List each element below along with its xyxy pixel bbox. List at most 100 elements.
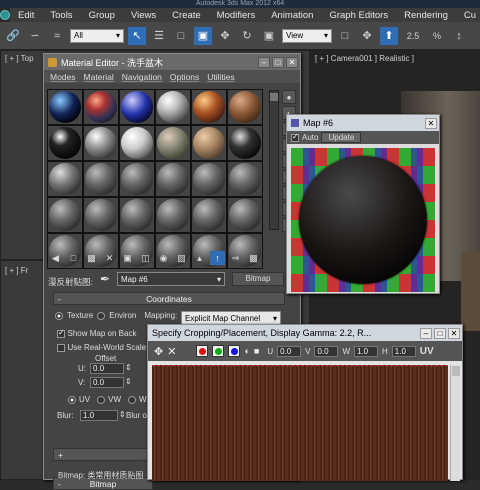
sample-slot[interactable] bbox=[155, 161, 191, 197]
menu-tools[interactable]: Tools bbox=[42, 10, 80, 21]
crop-uv-toggle[interactable]: UV bbox=[420, 346, 434, 357]
minimize-button[interactable]: – bbox=[258, 56, 270, 68]
wood-texture-preview[interactable] bbox=[152, 365, 448, 481]
reference-coordinate-dropdown[interactable]: View ▾ bbox=[282, 28, 332, 43]
app-logo-icon[interactable] bbox=[0, 8, 10, 22]
sample-slot[interactable] bbox=[119, 161, 155, 197]
sample-slot[interactable] bbox=[191, 125, 227, 161]
material-editor-titlebar[interactable]: Material Editor - 洗手盆木 – □ ✕ bbox=[44, 54, 300, 70]
sample-slot[interactable] bbox=[227, 125, 263, 161]
sample-slot[interactable] bbox=[227, 161, 263, 197]
menu-material[interactable]: Material bbox=[80, 72, 118, 82]
select-manipulate-icon[interactable]: ✥ bbox=[358, 27, 376, 45]
reset-map-icon[interactable]: ✕ bbox=[102, 251, 117, 265]
sample-slot[interactable] bbox=[191, 161, 227, 197]
menu-modes[interactable]: Modes bbox=[46, 72, 80, 82]
scroll-up-icon[interactable] bbox=[452, 366, 460, 376]
menu-customize[interactable]: Cu bbox=[456, 10, 480, 21]
selection-filter-dropdown[interactable]: All ▾ bbox=[70, 28, 124, 43]
menu-utilities[interactable]: Utilities bbox=[203, 72, 238, 82]
real-world-scale-checkbox[interactable] bbox=[57, 343, 65, 352]
menu-options[interactable]: Options bbox=[166, 72, 203, 82]
coordinates-rollout-header[interactable]: - Coordinates bbox=[53, 292, 285, 305]
menu-views[interactable]: Views bbox=[123, 10, 164, 21]
menu-animation[interactable]: Animation bbox=[263, 10, 321, 21]
checker-icon[interactable]: ▩ bbox=[246, 251, 261, 265]
rectangle-selection-icon[interactable]: □ bbox=[172, 27, 190, 45]
minimize-button[interactable]: – bbox=[420, 327, 432, 339]
wu-radio[interactable] bbox=[128, 395, 137, 404]
pick-material-icon[interactable]: ✒ bbox=[100, 272, 110, 286]
environ-radio[interactable] bbox=[97, 311, 106, 320]
close-icon[interactable]: ✕ bbox=[167, 345, 176, 358]
sample-slot[interactable] bbox=[119, 89, 155, 125]
sample-slot-scrollbar[interactable] bbox=[269, 90, 279, 230]
sample-slot[interactable] bbox=[191, 197, 227, 233]
viewport-top-label[interactable]: [ + ] Top bbox=[5, 54, 34, 63]
noise-rollout-header[interactable]: + bbox=[53, 448, 153, 461]
blue-channel-toggle[interactable] bbox=[228, 345, 241, 357]
crop-w-field[interactable]: 1.0 bbox=[354, 345, 378, 357]
menu-graph-editors[interactable]: Graph Editors bbox=[321, 10, 396, 21]
show-map-on-back-checkbox[interactable] bbox=[57, 328, 65, 338]
viewport-camera-label[interactable]: [ + ] Camera001 ] Realistic ] bbox=[315, 54, 414, 63]
sample-slot[interactable] bbox=[83, 125, 119, 161]
spinner-snap-icon[interactable]: ↕ bbox=[450, 27, 468, 45]
v-offset-field[interactable]: 0.0 bbox=[90, 377, 124, 388]
viewport-front-label[interactable]: [ + ] Fr bbox=[5, 266, 28, 275]
pivot-icon[interactable]: □ bbox=[336, 27, 354, 45]
menu-create[interactable]: Create bbox=[164, 10, 209, 21]
crop-h-field[interactable]: 1.0 bbox=[391, 345, 416, 357]
go-to-parent-icon[interactable]: ↑ bbox=[210, 251, 225, 265]
menu-modifiers[interactable]: Modifiers bbox=[209, 10, 264, 21]
close-button[interactable]: ✕ bbox=[448, 327, 460, 339]
material-id-icon[interactable]: ◉ bbox=[156, 251, 171, 265]
map6-titlebar[interactable]: Map #6 ✕ bbox=[287, 115, 439, 131]
scroll-up-icon[interactable] bbox=[270, 93, 278, 101]
sample-slot[interactable] bbox=[119, 197, 155, 233]
blur-field[interactable]: 1.0 bbox=[80, 410, 118, 421]
sample-slot[interactable] bbox=[191, 89, 227, 125]
uv-radio[interactable] bbox=[68, 395, 76, 404]
sample-slot[interactable] bbox=[155, 125, 191, 161]
sample-slot[interactable] bbox=[83, 197, 119, 233]
assign-to-selection-icon[interactable]: ▩ bbox=[84, 251, 99, 265]
auto-checkbox[interactable] bbox=[291, 132, 299, 142]
sample-slot[interactable] bbox=[47, 89, 83, 125]
put-to-scene-icon[interactable]: □ bbox=[66, 251, 81, 265]
green-channel-toggle[interactable] bbox=[212, 345, 225, 357]
sample-type-icon[interactable]: ● bbox=[282, 90, 296, 104]
make-unique-icon[interactable]: ▣ bbox=[120, 251, 135, 265]
move-icon[interactable]: ✥ bbox=[154, 345, 163, 358]
sample-slot[interactable] bbox=[227, 197, 263, 233]
mono-icon[interactable]: ■ bbox=[254, 346, 259, 356]
blur-spinner-icon[interactable]: ⇕ bbox=[119, 410, 126, 419]
put-to-library-icon[interactable]: ◫ bbox=[138, 251, 153, 265]
menu-group[interactable]: Group bbox=[81, 10, 123, 21]
cropping-titlebar[interactable]: Specify Cropping/Placement, Display Gamm… bbox=[148, 325, 462, 341]
map-name-field[interactable]: Map #6 ▾ bbox=[117, 272, 225, 286]
close-button[interactable]: ✕ bbox=[286, 56, 298, 68]
angle-snap-toggle[interactable]: 2.5 bbox=[402, 27, 424, 45]
sample-slot[interactable] bbox=[47, 197, 83, 233]
mapping-dropdown[interactable]: Explicit Map Channel ▾ bbox=[181, 311, 281, 325]
sample-slot[interactable] bbox=[83, 89, 119, 125]
show-end-result-icon[interactable]: ▴ bbox=[192, 251, 207, 265]
link-icon[interactable]: 🔗 bbox=[4, 27, 22, 45]
cropping-scrollbar[interactable] bbox=[450, 365, 460, 481]
select-by-name-icon[interactable]: ☰ bbox=[150, 27, 168, 45]
sample-slot[interactable] bbox=[119, 125, 155, 161]
v-offset-spinner-icon[interactable]: ⇕ bbox=[125, 377, 132, 386]
percent-snap-toggle[interactable]: % bbox=[428, 27, 446, 45]
sample-slot[interactable] bbox=[83, 161, 119, 197]
menu-navigation[interactable]: Navigation bbox=[118, 72, 166, 82]
map-type-button[interactable]: Bitmap bbox=[232, 272, 284, 286]
sample-slot[interactable] bbox=[155, 197, 191, 233]
sample-slot[interactable] bbox=[47, 161, 83, 197]
maximize-button[interactable]: □ bbox=[272, 56, 284, 68]
vw-radio[interactable] bbox=[97, 395, 106, 404]
unlink-icon[interactable]: ∽ bbox=[26, 27, 44, 45]
close-button[interactable]: ✕ bbox=[425, 117, 437, 129]
rotate-icon[interactable]: ↻ bbox=[238, 27, 256, 45]
get-material-icon[interactable]: ◀ bbox=[48, 251, 63, 265]
